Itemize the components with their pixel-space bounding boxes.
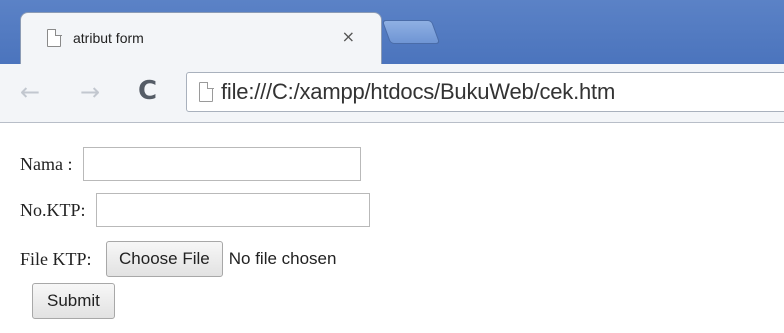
tab-title: atribut form — [73, 30, 144, 46]
nama-label: Nama : — [20, 153, 77, 174]
page-icon — [47, 28, 62, 47]
tab-strip: atribut form × — [0, 0, 784, 69]
page-icon — [199, 81, 214, 102]
page-content: Nama : No.KTP: File KTP: Choose File No … — [0, 123, 784, 333]
tab-atribut-form[interactable]: atribut form × — [20, 12, 382, 69]
choose-file-button[interactable]: Choose File — [106, 241, 223, 277]
browser-window: atribut form × ← → C file:///C:/xampp/ht… — [0, 0, 784, 333]
forward-arrow-icon[interactable]: → — [80, 78, 100, 106]
file-status-text: No file chosen — [228, 249, 337, 268]
file-ktp-label: File KTP: — [20, 248, 97, 269]
tab-inner: atribut form — [21, 13, 381, 69]
url-text[interactable]: file:///C:/xampp/htdocs/BukuWeb/cek.htm — [221, 79, 615, 105]
toolbar: ← → C file:///C:/xampp/htdocs/BukuWeb/ce… — [0, 64, 784, 123]
close-icon[interactable]: × — [342, 27, 355, 46]
new-tab-button[interactable] — [381, 20, 441, 44]
submit-button[interactable]: Submit — [32, 283, 115, 319]
file-row: File KTP: Choose File No file chosen — [20, 241, 336, 277]
submit-row: Submit — [32, 283, 115, 319]
address-bar[interactable]: file:///C:/xampp/htdocs/BukuWeb/cek.htm — [186, 72, 784, 112]
ktp-row: No.KTP: — [20, 193, 371, 227]
ktp-label: No.KTP: — [20, 199, 91, 220]
ktp-input[interactable] — [96, 193, 371, 227]
reload-icon[interactable]: C — [138, 76, 157, 106]
nama-input[interactable] — [82, 147, 361, 181]
back-arrow-icon[interactable]: ← — [20, 78, 40, 106]
nama-row: Nama : — [20, 147, 361, 181]
